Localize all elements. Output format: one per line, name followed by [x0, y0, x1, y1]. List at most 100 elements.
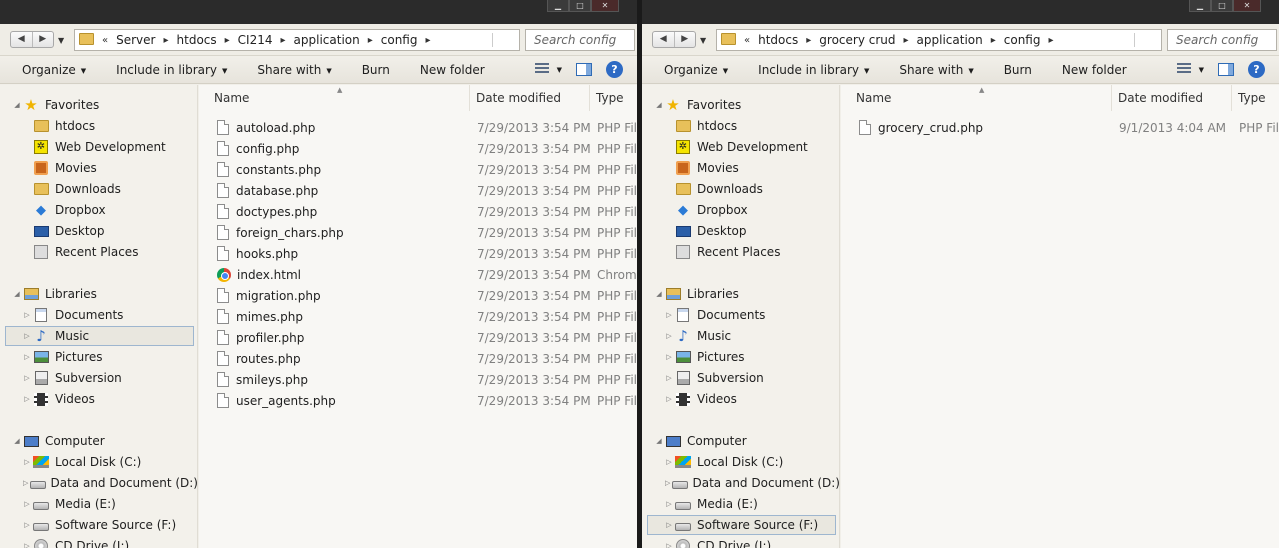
file-row[interactable]: profiler.php 7/29/2013 3:54 PM PHP File	[199, 327, 637, 348]
breadcrumb-overflow[interactable]: «	[744, 35, 750, 46]
collapsed-arrow-icon[interactable]: ▷	[22, 458, 32, 466]
collapsed-arrow-icon[interactable]: ▷	[22, 395, 32, 403]
preview-pane-icon[interactable]	[576, 63, 592, 76]
close-button[interactable]: ✕	[1233, 0, 1261, 12]
nav-item[interactable]: ▷ Data and Document (D:)	[0, 473, 198, 493]
nav-item[interactable]: ▷ Local Disk (C:)	[0, 452, 198, 472]
maximize-button[interactable]: □	[1211, 0, 1233, 12]
collapsed-arrow-icon[interactable]: ▷	[22, 332, 32, 340]
collapsed-arrow-icon[interactable]: ▷	[664, 353, 674, 361]
nav-item[interactable]: ▷ Subversion	[642, 368, 840, 388]
nav-item[interactable]: ▷ ♪ Music	[642, 326, 840, 346]
nav-item[interactable]: ◢ Computer	[642, 431, 840, 451]
nav-item[interactable]: ◢ Libraries	[0, 284, 198, 304]
nav-item[interactable]: Desktop	[0, 221, 198, 241]
chevron-right-icon[interactable]: ▸	[806, 35, 811, 46]
recent-pages-dropdown[interactable]: ▼	[58, 36, 64, 45]
file-row[interactable]: mimes.php 7/29/2013 3:54 PM PHP File	[199, 306, 637, 327]
collapsed-arrow-icon[interactable]: ▷	[664, 311, 674, 319]
collapsed-arrow-icon[interactable]: ▷	[22, 542, 32, 548]
breadcrumb-item[interactable]: CI214	[238, 33, 273, 47]
nav-item[interactable]: ▷ Pictures	[0, 347, 198, 367]
nav-item[interactable]: htdocs	[642, 116, 840, 136]
forward-button[interactable]: ▶	[673, 32, 696, 47]
nav-item[interactable]: Recent Places	[0, 242, 198, 262]
column-header-name[interactable]: Name	[199, 85, 470, 111]
nav-item[interactable]: ▷ CD Drive (I:)	[0, 536, 198, 548]
collapsed-arrow-icon[interactable]: ▷	[664, 374, 674, 382]
expanded-arrow-icon[interactable]: ◢	[12, 290, 22, 298]
address-bar[interactable]: « htdocs ▸ grocery crud ▸ application ▸ config ▸	[716, 29, 1162, 51]
file-row[interactable]: foreign_chars.php 7/29/2013 3:54 PM PHP Fi…	[199, 222, 637, 243]
file-row[interactable]: routes.php 7/29/2013 3:54 PM PHP File	[199, 348, 637, 369]
nav-item[interactable]: ▷ Software Source (F:)	[0, 515, 198, 535]
title-bar[interactable]: ▁ □ ✕	[0, 0, 637, 24]
nav-item[interactable]: ▷ Documents	[642, 305, 840, 325]
chevron-right-icon[interactable]: ▸	[904, 35, 909, 46]
organize-menu[interactable]: Organize ▼	[664, 63, 728, 77]
nav-item[interactable]: ▷ Media (E:)	[642, 494, 840, 514]
column-header-name[interactable]: Name	[841, 85, 1112, 111]
nav-item[interactable]: Movies	[642, 158, 840, 178]
chevron-right-icon[interactable]: ▸	[426, 35, 431, 46]
collapsed-arrow-icon[interactable]: ▷	[664, 395, 674, 403]
nav-item[interactable]: ▷ Data and Document (D:)	[642, 473, 840, 493]
minimize-button[interactable]: ▁	[547, 0, 569, 12]
back-button[interactable]: ◀	[653, 32, 674, 47]
address-bar[interactable]: « Server ▸ htdocs ▸ CI214 ▸ application ▸ config ▸	[74, 29, 520, 51]
column-header-date[interactable]: Date modified	[470, 85, 590, 111]
nav-item[interactable]: ▷ ♪ Music	[5, 326, 194, 346]
collapsed-arrow-icon[interactable]: ▷	[664, 479, 672, 487]
chevron-right-icon[interactable]: ▸	[225, 35, 230, 46]
breadcrumb-item[interactable]: config	[1004, 33, 1041, 47]
nav-item[interactable]: ◆ Dropbox	[642, 200, 840, 220]
nav-item[interactable]: Movies	[0, 158, 198, 178]
recent-pages-dropdown[interactable]: ▼	[700, 36, 706, 45]
column-header-type[interactable]: Type	[1232, 85, 1279, 111]
change-view-button[interactable]	[1176, 62, 1191, 77]
expanded-arrow-icon[interactable]: ◢	[654, 290, 664, 298]
change-view-button[interactable]	[534, 62, 549, 77]
nav-item[interactable]: ▷ Software Source (F:)	[647, 515, 836, 535]
chevron-right-icon[interactable]: ▸	[1049, 35, 1054, 46]
share-with-menu[interactable]: Share with ▼	[899, 63, 973, 77]
search-input[interactable]: Search config	[525, 29, 635, 51]
file-row[interactable]: smileys.php 7/29/2013 3:54 PM PHP File	[199, 369, 637, 390]
collapsed-arrow-icon[interactable]: ▷	[664, 500, 674, 508]
file-row[interactable]: config.php 7/29/2013 3:54 PM PHP File	[199, 138, 637, 159]
breadcrumb-item[interactable]: application	[917, 33, 983, 47]
file-row[interactable]: database.php 7/29/2013 3:54 PM PHP File	[199, 180, 637, 201]
burn-button[interactable]: Burn	[1004, 63, 1032, 77]
nav-item[interactable]: ▷ Pictures	[642, 347, 840, 367]
collapsed-arrow-icon[interactable]: ▷	[22, 479, 30, 487]
column-header-date[interactable]: Date modified	[1112, 85, 1232, 111]
back-button[interactable]: ◀	[11, 32, 32, 47]
nav-item[interactable]: Recent Places	[642, 242, 840, 262]
file-row[interactable]: autoload.php 7/29/2013 3:54 PM PHP File	[199, 117, 637, 138]
collapsed-arrow-icon[interactable]: ▷	[664, 542, 674, 548]
nav-item[interactable]: ▷ Videos	[642, 389, 840, 409]
breadcrumb-item[interactable]: htdocs	[758, 33, 798, 47]
chevron-right-icon[interactable]: ▸	[281, 35, 286, 46]
nav-item[interactable]: Downloads	[0, 179, 198, 199]
nav-item[interactable]: Desktop	[642, 221, 840, 241]
help-icon[interactable]: ?	[1248, 61, 1265, 78]
nav-item[interactable]: ✲ Web Development	[0, 137, 198, 157]
file-row[interactable]: index.html 7/29/2013 3:54 PM Chrome HTML D…	[199, 264, 637, 285]
nav-item[interactable]: ◢ Computer	[0, 431, 198, 451]
chevron-right-icon[interactable]: ▸	[368, 35, 373, 46]
organize-menu[interactable]: Organize ▼	[22, 63, 86, 77]
collapsed-arrow-icon[interactable]: ▷	[22, 500, 32, 508]
nav-item[interactable]: ▷ Media (E:)	[0, 494, 198, 514]
breadcrumb-item[interactable]: config	[381, 33, 418, 47]
collapsed-arrow-icon[interactable]: ▷	[22, 353, 32, 361]
close-button[interactable]: ✕	[591, 0, 619, 12]
file-row[interactable]: hooks.php 7/29/2013 3:54 PM PHP File	[199, 243, 637, 264]
file-row[interactable]: constants.php 7/29/2013 3:54 PM PHP File	[199, 159, 637, 180]
expanded-arrow-icon[interactable]: ◢	[654, 101, 664, 109]
burn-button[interactable]: Burn	[362, 63, 390, 77]
include-in-library-menu[interactable]: Include in library ▼	[758, 63, 869, 77]
minimize-button[interactable]: ▁	[1189, 0, 1211, 12]
nav-item[interactable]: ✲ Web Development	[642, 137, 840, 157]
new-folder-button[interactable]: New folder	[1062, 63, 1127, 77]
